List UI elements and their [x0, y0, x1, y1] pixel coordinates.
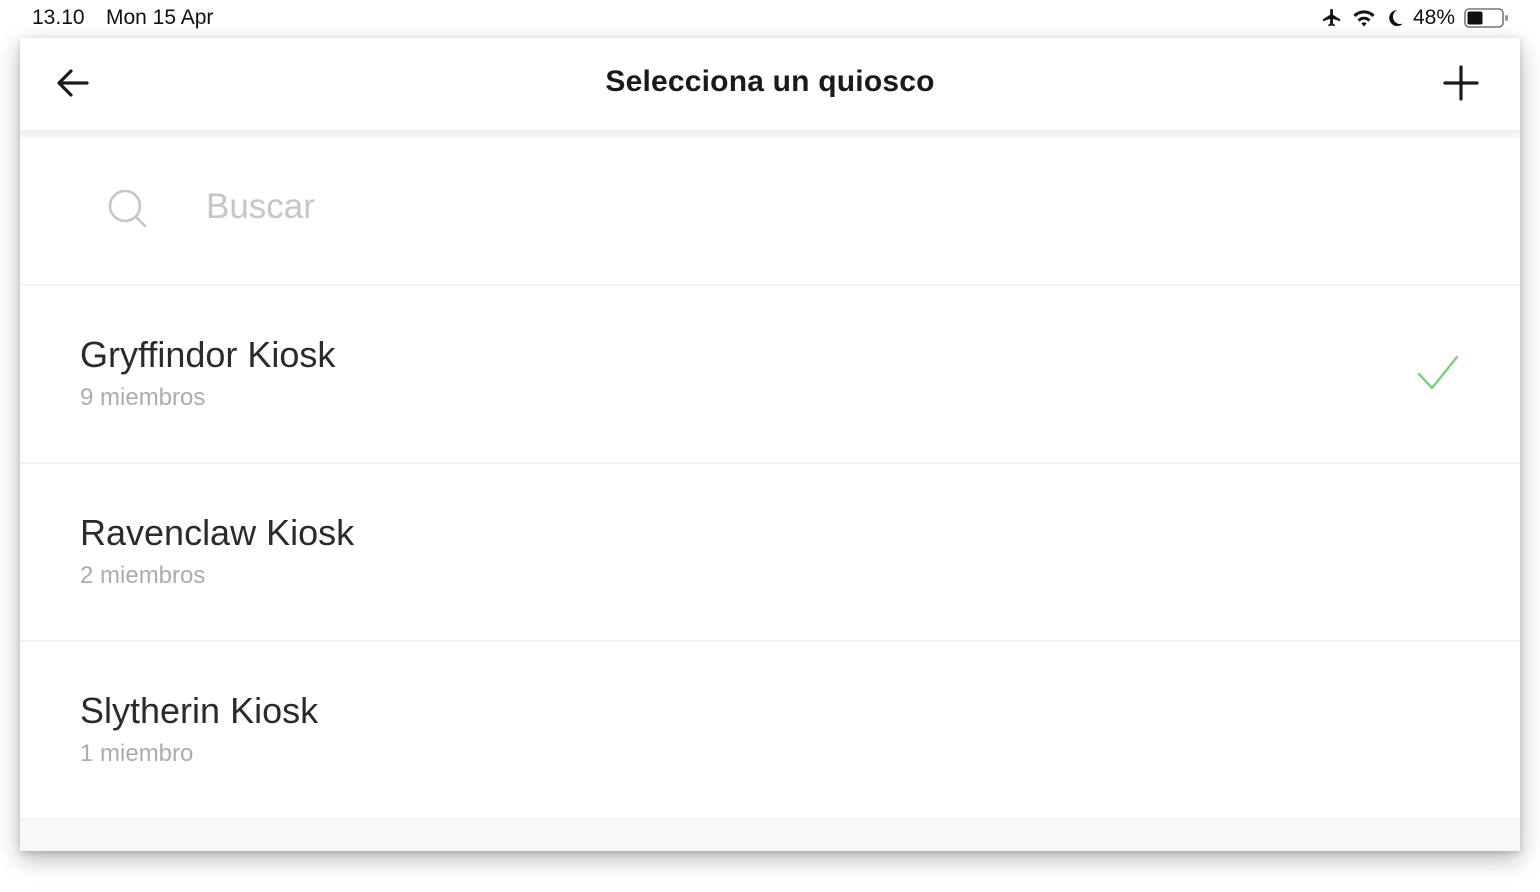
- wifi-icon: [1352, 8, 1376, 28]
- checkmark-icon: [1417, 355, 1459, 390]
- plus-icon: [1443, 65, 1479, 101]
- battery-percent: 48%: [1412, 6, 1455, 29]
- app-window: Selecciona un quiosco Gryffindor Kiosk 9…: [20, 38, 1520, 851]
- moon-icon: [1385, 8, 1405, 28]
- kiosk-members: 9 miembros: [80, 384, 206, 411]
- add-kiosk-button[interactable]: [1440, 62, 1482, 104]
- kiosk-name: Ravenclaw Kiosk: [80, 512, 355, 553]
- search-icon: [108, 189, 147, 228]
- kiosk-name: Slytherin Kiosk: [80, 690, 319, 731]
- status-date: Mon 15 Apr: [106, 6, 214, 29]
- battery-icon: [1464, 7, 1510, 29]
- kiosk-list: Gryffindor Kiosk 9 miembros Ravenclaw Ki…: [20, 286, 1520, 820]
- status-icons: 48%: [1312, 4, 1510, 32]
- status-bar: 13.10 Mon 15 Apr 48%: [0, 0, 1540, 38]
- search-bar: [20, 138, 1520, 285]
- page-title: Selecciona un quiosco: [605, 65, 935, 98]
- navigation-bar: Selecciona un quiosco: [20, 38, 1520, 130]
- kiosk-name: Gryffindor Kiosk: [80, 334, 336, 375]
- kiosk-item-gryffindor[interactable]: Gryffindor Kiosk 9 miembros: [20, 286, 1520, 464]
- kiosk-item-ravenclaw[interactable]: Ravenclaw Kiosk 2 miembros: [20, 464, 1520, 642]
- status-time: 13.10: [32, 6, 85, 29]
- airplane-icon: [1321, 7, 1343, 29]
- kiosk-item-slytherin[interactable]: Slytherin Kiosk 1 miembro: [20, 642, 1520, 820]
- kiosk-members: 1 miembro: [80, 740, 194, 767]
- kiosk-members: 2 miembros: [80, 562, 206, 589]
- search-input[interactable]: [206, 182, 1406, 232]
